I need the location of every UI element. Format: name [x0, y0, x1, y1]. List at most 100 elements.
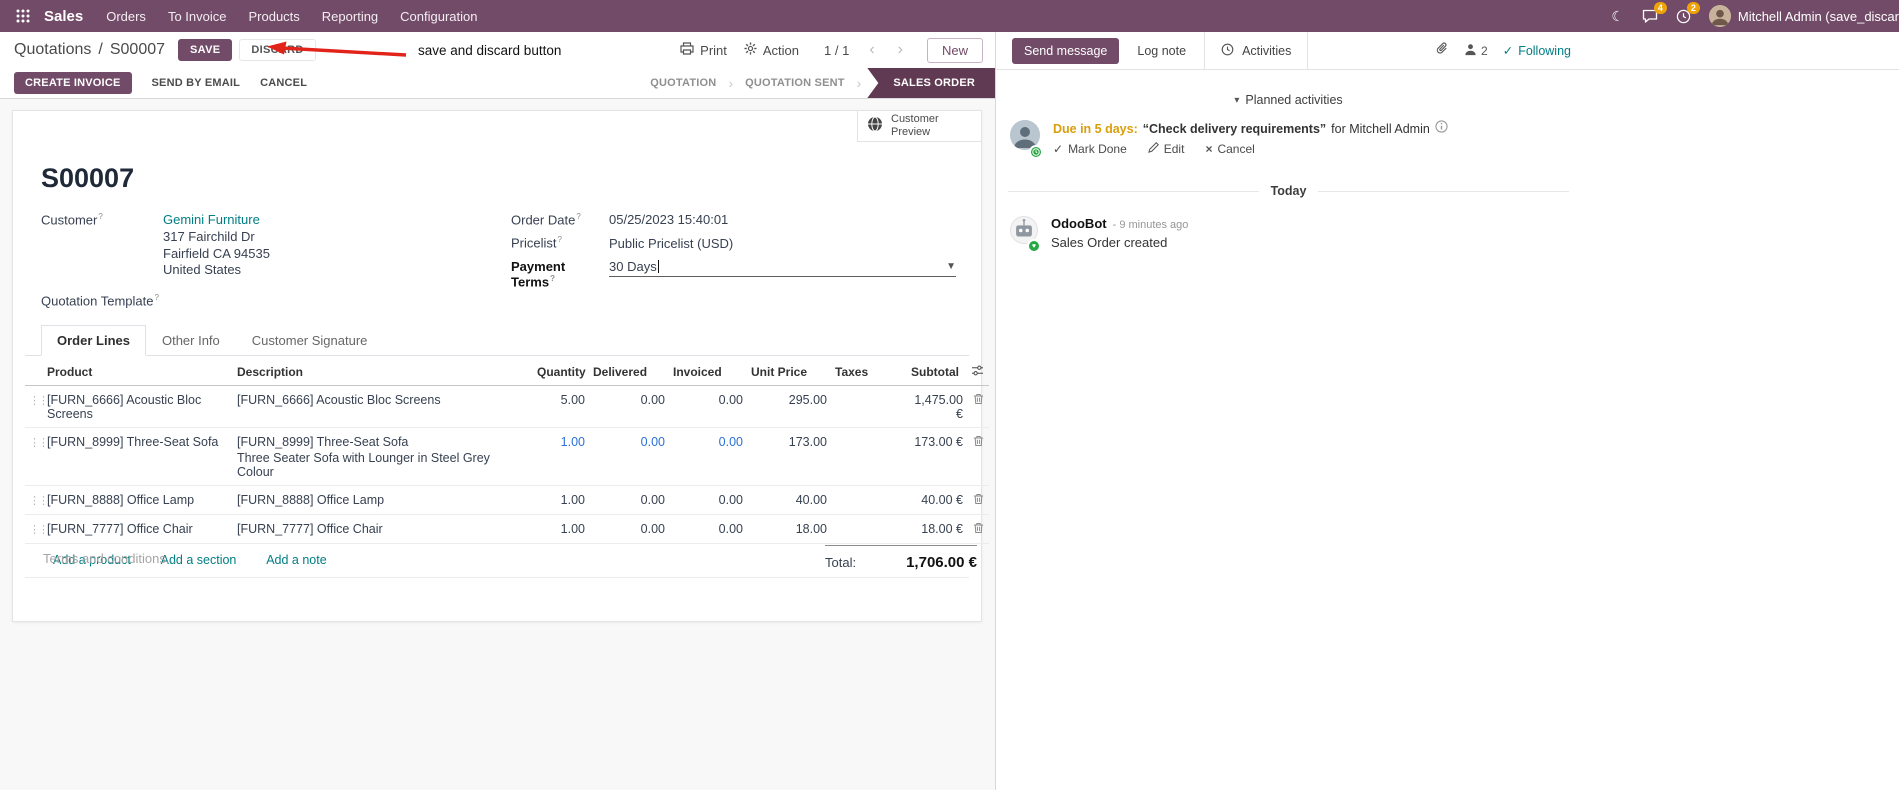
delete-line-icon[interactable]	[973, 523, 984, 537]
col-delivered[interactable]: Delivered	[589, 356, 669, 386]
drag-handle-icon[interactable]: ⋮⋮	[29, 395, 49, 407]
chatter-body: ▾ Planned activities Due in 5 days: “Che…	[996, 93, 1581, 254]
status-pipeline: QUOTATION › QUOTATION SENT › SALES ORDER	[638, 68, 995, 98]
col-unit-price[interactable]: Unit Price	[747, 356, 831, 386]
menu-to-invoice[interactable]: To Invoice	[157, 0, 238, 32]
user-name: Mitchell Admin (save_discar	[1737, 8, 1899, 24]
cell-description[interactable]: [FURN_6666] Acoustic Bloc Screens	[233, 385, 533, 428]
order-line-row[interactable]: ⋮⋮ [FURN_6666] Acoustic Bloc Screens [FU…	[25, 385, 989, 428]
followers-button[interactable]: 2	[1464, 43, 1488, 59]
col-subtotal[interactable]: Subtotal	[907, 356, 967, 386]
edit-activity-button[interactable]: Edit	[1147, 142, 1184, 156]
tab-order-lines[interactable]: Order Lines	[41, 325, 146, 356]
create-invoice-button[interactable]: CREATE INVOICE	[14, 72, 132, 94]
menu-reporting[interactable]: Reporting	[311, 0, 389, 32]
pager-previous-icon[interactable]: ‹	[866, 41, 877, 59]
dropdown-caret-icon[interactable]: ▼	[946, 261, 956, 272]
cell-description[interactable]: [FURN_8999] Three-Seat Sofa Three Seater…	[233, 427, 533, 486]
cell-quantity[interactable]: 1.00	[533, 514, 589, 544]
menu-configuration[interactable]: Configuration	[389, 0, 488, 32]
save-button[interactable]: SAVE	[178, 39, 233, 61]
new-button[interactable]: New	[926, 37, 983, 63]
cell-product[interactable]: [FURN_8999] Three-Seat Sofa	[43, 427, 233, 486]
page-title: S00007	[41, 163, 135, 193]
cell-description[interactable]: [FURN_8888] Office Lamp	[233, 485, 533, 515]
cell-quantity[interactable]: 5.00	[533, 385, 589, 428]
payment-terms-field[interactable]: 30 Days ▼	[609, 259, 956, 277]
state-quotation[interactable]: QUOTATION	[638, 68, 728, 98]
apps-grid-icon[interactable]	[10, 9, 36, 23]
col-invoiced[interactable]: Invoiced	[669, 356, 747, 386]
tab-customer-signature[interactable]: Customer Signature	[236, 325, 384, 356]
app-name[interactable]: Sales	[44, 8, 83, 25]
col-quantity[interactable]: Quantity	[533, 356, 589, 386]
action-button[interactable]: Action	[744, 42, 799, 58]
send-by-email-button[interactable]: SEND BY EMAIL	[152, 77, 241, 89]
order-line-row[interactable]: ⋮⋮ [FURN_7777] Office Chair [FURN_7777] …	[25, 514, 989, 544]
order-line-row[interactable]: ⋮⋮ [FURN_8888] Office Lamp [FURN_8888] O…	[25, 485, 989, 515]
chatter-message: ♥ OdooBot - 9 minutes ago Sales Order cr…	[1010, 216, 1581, 254]
cell-taxes[interactable]	[831, 385, 907, 428]
breadcrumb-quotations[interactable]: Quotations	[14, 41, 91, 59]
chatter-panel: Send message Log note Activities 2 ✓ Fol…	[995, 32, 1899, 790]
cell-product[interactable]: [FURN_7777] Office Chair	[43, 514, 233, 544]
send-message-button[interactable]: Send message	[1012, 37, 1120, 64]
user-menu[interactable]: Mitchell Admin (save_discar	[1708, 5, 1899, 27]
cell-quantity[interactable]: 1.00	[533, 427, 589, 486]
menu-orders[interactable]: Orders	[95, 0, 157, 32]
optional-columns-icon[interactable]	[967, 356, 989, 386]
cell-taxes[interactable]	[831, 514, 907, 544]
tab-other-info[interactable]: Other Info	[146, 325, 236, 356]
col-taxes[interactable]: Taxes	[831, 356, 907, 386]
cancel-activity-button[interactable]: × Cancel	[1205, 142, 1254, 156]
activity-clock-badge	[1029, 145, 1043, 160]
drag-handle-icon[interactable]: ⋮⋮	[29, 524, 49, 536]
messages-icon[interactable]: 4	[1642, 1, 1667, 24]
menu-products[interactable]: Products	[237, 0, 310, 32]
customer-preview-button[interactable]: Customer Preview	[857, 111, 981, 142]
delete-line-icon[interactable]	[973, 494, 984, 508]
message-author[interactable]: OdooBot	[1051, 216, 1107, 231]
cell-quantity[interactable]: 1.00	[533, 485, 589, 515]
add-note-link[interactable]: Add a note	[266, 553, 326, 567]
order-line-row[interactable]: ⋮⋮ [FURN_8999] Three-Seat Sofa [FURN_899…	[25, 427, 989, 486]
print-button[interactable]: Print	[680, 42, 727, 58]
state-sales-order[interactable]: SALES ORDER	[867, 68, 995, 98]
cell-unit-price[interactable]: 18.00	[747, 514, 831, 544]
cell-unit-price[interactable]: 173.00	[747, 427, 831, 486]
planned-activities-header[interactable]: ▾ Planned activities	[996, 93, 1581, 107]
mark-done-button[interactable]: ✓ Mark Done	[1053, 142, 1127, 156]
order-date-field[interactable]: 05/25/2023 15:40:01	[609, 212, 728, 227]
cell-product[interactable]: [FURN_8888] Office Lamp	[43, 485, 233, 515]
cell-taxes[interactable]	[831, 485, 907, 515]
cell-unit-price[interactable]: 40.00	[747, 485, 831, 515]
activities-tab[interactable]: Activities	[1204, 32, 1309, 69]
col-product[interactable]: Product	[43, 356, 233, 386]
customer-link[interactable]: Gemini Furniture	[163, 212, 260, 227]
control-panel-right: Print Action 1 / 1 ‹ › New	[680, 37, 983, 63]
activities-clock-icon[interactable]: 2	[1676, 1, 1700, 24]
cancel-button[interactable]: CANCEL	[260, 77, 307, 89]
delete-line-icon[interactable]	[973, 436, 984, 450]
dark-mode-moon-icon[interactable]: ☾	[1611, 9, 1624, 23]
cell-product[interactable]: [FURN_6666] Acoustic Bloc Screens	[43, 385, 233, 428]
activity-due-date: Due in 5 days:	[1053, 122, 1138, 136]
quotation-template-label: Quotation Template?	[41, 292, 159, 309]
cell-taxes[interactable]	[831, 427, 907, 486]
cell-description[interactable]: [FURN_7777] Office Chair	[233, 514, 533, 544]
pager-next-icon[interactable]: ›	[895, 41, 906, 59]
delete-line-icon[interactable]	[973, 394, 984, 408]
col-description[interactable]: Description	[233, 356, 533, 386]
topbar-menu: Orders To Invoice Products Reporting Con…	[95, 0, 488, 32]
paperclip-icon[interactable]	[1435, 41, 1449, 61]
state-quotation-sent[interactable]: QUOTATION SENT	[733, 68, 857, 98]
log-note-button[interactable]: Log note	[1137, 44, 1186, 58]
following-button[interactable]: ✓ Following	[1503, 43, 1571, 59]
terms-and-conditions-field[interactable]: Terms and conditions...	[43, 551, 177, 566]
drag-handle-icon[interactable]: ⋮⋮	[29, 495, 49, 507]
info-icon[interactable]	[1435, 120, 1448, 138]
message-timestamp: - 9 minutes ago	[1112, 219, 1189, 232]
cell-unit-price[interactable]: 295.00	[747, 385, 831, 428]
drag-handle-icon[interactable]: ⋮⋮	[29, 437, 49, 449]
pricelist-field[interactable]: Public Pricelist (USD)	[609, 236, 733, 251]
